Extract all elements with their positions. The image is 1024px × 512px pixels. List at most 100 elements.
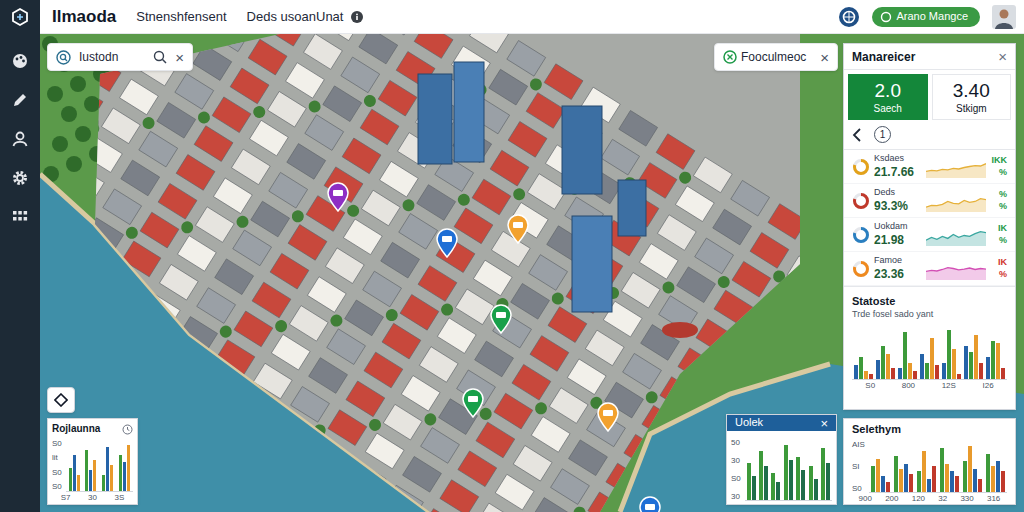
clear-button[interactable]: × xyxy=(175,50,184,65)
user-pill[interactable]: Arano Mangce xyxy=(872,7,980,27)
bar[interactable] xyxy=(909,474,913,492)
bar[interactable] xyxy=(913,371,917,379)
bar[interactable] xyxy=(784,445,788,500)
bar[interactable] xyxy=(964,346,968,379)
bar[interactable] xyxy=(952,349,956,379)
search-box[interactable]: Iustodn × xyxy=(47,43,193,71)
page-number[interactable]: 1 xyxy=(874,126,891,143)
bar[interactable] xyxy=(1001,471,1005,491)
bar[interactable] xyxy=(963,461,967,492)
bar[interactable] xyxy=(127,445,130,491)
bar[interactable] xyxy=(973,469,977,492)
bar[interactable] xyxy=(809,466,813,500)
bar[interactable] xyxy=(991,341,995,380)
bar[interactable] xyxy=(854,365,858,379)
bar[interactable] xyxy=(1001,368,1005,379)
bar[interactable] xyxy=(102,475,105,490)
map[interactable]: Iustodn×Fooculmeoc×Manareicer×2.0Saech3.… xyxy=(40,34,1024,512)
bar[interactable] xyxy=(69,468,72,491)
bar[interactable] xyxy=(759,451,763,500)
bar[interactable] xyxy=(927,479,931,492)
bar[interactable] xyxy=(891,368,895,379)
map-pin-icon[interactable] xyxy=(461,388,485,418)
close-button[interactable]: × xyxy=(820,417,828,430)
locate-button[interactable] xyxy=(47,387,75,413)
bar[interactable] xyxy=(903,332,907,379)
bar[interactable] xyxy=(922,451,926,492)
bar[interactable] xyxy=(859,357,863,379)
bar[interactable] xyxy=(920,354,924,379)
info-icon[interactable] xyxy=(351,11,363,23)
bar[interactable] xyxy=(945,464,949,492)
globe-icon[interactable] xyxy=(838,6,860,28)
bar[interactable] xyxy=(957,374,961,380)
nav-item[interactable]: Deds usoanUnat xyxy=(247,7,344,27)
bar[interactable] xyxy=(904,464,908,492)
map-pin-icon[interactable] xyxy=(596,402,620,432)
bar[interactable] xyxy=(940,448,944,491)
bar[interactable] xyxy=(821,448,825,500)
bar[interactable] xyxy=(106,447,109,490)
map-pin-icon[interactable] xyxy=(489,304,513,334)
bar[interactable] xyxy=(917,471,921,491)
bar[interactable] xyxy=(881,476,885,491)
metric-row[interactable]: Uokdam21.98IK% xyxy=(844,218,1015,252)
bar[interactable] xyxy=(996,461,1000,492)
clear-button[interactable]: × xyxy=(820,50,829,65)
map-pin-icon[interactable] xyxy=(435,228,459,258)
bar[interactable] xyxy=(930,338,934,379)
bar[interactable] xyxy=(886,354,890,379)
bar[interactable] xyxy=(876,360,880,379)
bar[interactable] xyxy=(950,471,954,491)
bar[interactable] xyxy=(969,352,973,380)
clock-icon[interactable] xyxy=(122,424,133,435)
filter-chip[interactable]: Fooculmeoc× xyxy=(714,43,838,71)
bar[interactable] xyxy=(968,446,972,492)
bar[interactable] xyxy=(979,363,983,380)
map-pin-icon[interactable] xyxy=(326,182,350,212)
bar[interactable] xyxy=(955,476,959,491)
palette-icon[interactable] xyxy=(9,50,31,72)
bar[interactable] xyxy=(871,466,875,492)
nav-item[interactable]: Stnenshfensent xyxy=(136,7,226,27)
stat-card[interactable]: 3.40Stkigm xyxy=(932,74,1012,120)
magnifier-icon[interactable] xyxy=(153,50,167,64)
bar[interactable] xyxy=(894,456,898,492)
bar[interactable] xyxy=(789,460,793,500)
search-input[interactable]: Iustodn xyxy=(79,48,145,66)
bar[interactable] xyxy=(996,343,1000,379)
map-pin-icon[interactable] xyxy=(638,496,662,512)
bar[interactable] xyxy=(93,460,96,491)
bar[interactable] xyxy=(85,450,88,491)
bar[interactable] xyxy=(771,473,775,500)
bar[interactable] xyxy=(991,466,995,492)
chevron-left-icon[interactable] xyxy=(852,128,862,142)
bar[interactable] xyxy=(826,463,830,500)
bar[interactable] xyxy=(801,470,805,501)
user-icon[interactable] xyxy=(9,128,31,150)
metric-row[interactable]: Famoe23.36IK% xyxy=(844,252,1015,286)
bar[interactable] xyxy=(119,455,122,491)
bar[interactable] xyxy=(77,475,80,490)
bar[interactable] xyxy=(898,368,902,379)
bar[interactable] xyxy=(110,465,113,491)
bar[interactable] xyxy=(908,363,912,380)
bar[interactable] xyxy=(764,466,768,500)
bar[interactable] xyxy=(814,479,818,500)
bar[interactable] xyxy=(986,454,990,492)
avatar-icon[interactable] xyxy=(992,5,1016,29)
bar[interactable] xyxy=(986,357,990,379)
bar[interactable] xyxy=(942,363,946,380)
bar[interactable] xyxy=(752,476,756,500)
bar[interactable] xyxy=(747,463,751,500)
gear-icon[interactable] xyxy=(9,167,31,189)
pencil-icon[interactable] xyxy=(9,89,31,111)
bar[interactable] xyxy=(925,363,929,380)
bar[interactable] xyxy=(978,479,982,492)
bar[interactable] xyxy=(935,365,939,379)
bar[interactable] xyxy=(932,466,936,492)
close-button[interactable]: × xyxy=(998,49,1007,64)
bar[interactable] xyxy=(899,469,903,492)
bar[interactable] xyxy=(89,470,92,490)
bar[interactable] xyxy=(796,457,800,500)
